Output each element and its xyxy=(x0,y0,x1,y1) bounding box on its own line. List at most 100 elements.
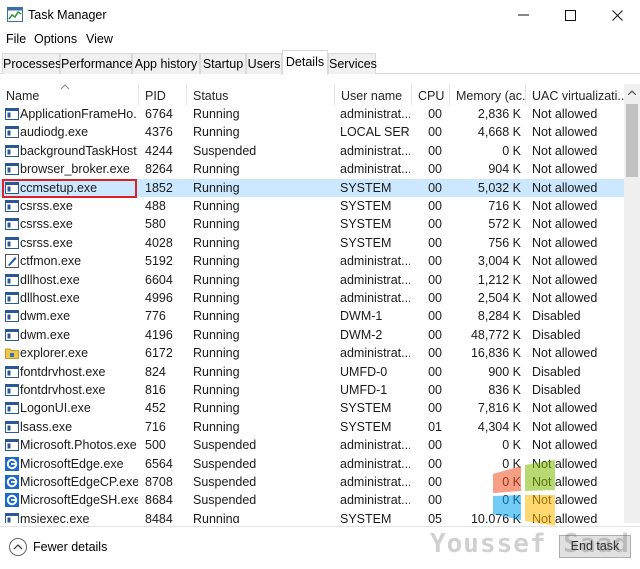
cell-user: SYSTEM xyxy=(340,180,392,195)
cell-mem: 904 K xyxy=(488,162,521,177)
process-row[interactable]: dwm.exe 776 Running DWM-1 00 8,284 K Disabled xyxy=(0,307,624,325)
scroll-up-arrow-icon[interactable] xyxy=(628,90,636,95)
cell-cpu: 00 xyxy=(428,180,442,195)
fewer-details-link[interactable]: Fewer details xyxy=(33,540,107,554)
process-row[interactable]: dwm.exe 4196 Running DWM-2 00 48,772 K Disable… xyxy=(0,326,624,344)
cell-status: Suspended xyxy=(193,493,257,508)
tab-services[interactable]: Services xyxy=(328,53,377,74)
end-task-button[interactable]: End task xyxy=(559,535,631,558)
cell-uac: Not allowed xyxy=(532,291,598,305)
cell-mem: 572 K xyxy=(488,217,521,232)
process-row[interactable]: fontdrvhost.exe 824 Running UMFD-0 00 900 K Di… xyxy=(0,363,624,381)
cell-uac: Not allowed xyxy=(532,180,598,195)
process-row[interactable]: csrss.exe 580 Running SYSTEM 00 572 K Not allo… xyxy=(0,215,624,233)
cell-name: dllhost.exe xyxy=(20,291,80,305)
menu-file[interactable]: File xyxy=(6,32,26,46)
process-row[interactable]: MicrosoftEdgeCP.exe 8708 Suspended administ… xyxy=(0,473,624,491)
column-uac-virtualization[interactable]: UAC virtualizati... xyxy=(526,84,624,105)
cell-status: Running xyxy=(193,162,240,177)
chevron-up-circle-icon[interactable] xyxy=(9,538,27,556)
cell-name: dwm.exe xyxy=(20,327,71,342)
cell-pid: 8684 xyxy=(145,493,173,508)
cell-name: csrss.exe xyxy=(20,235,73,250)
cell-user: SYSTEM xyxy=(340,401,392,416)
cell-pid: 6172 xyxy=(145,346,173,361)
process-row[interactable]: MicrosoftEdgeSH.exe 8684 Suspended administ… xyxy=(0,491,624,509)
tab-strip: Processes Performance App history Startu… xyxy=(0,50,640,75)
close-button[interactable] xyxy=(594,0,640,30)
cell-cpu: 00 xyxy=(428,401,442,416)
process-row[interactable]: fontdrvhost.exe 816 Running UMFD-1 00 836 K Di… xyxy=(0,381,624,399)
process-row[interactable]: audiodg.exe 4376 Running LOCAL SER... 00 4,66… xyxy=(0,123,624,141)
cell-pid: 6604 xyxy=(145,272,173,287)
cell-mem: 7,816 K xyxy=(477,401,521,416)
cell-user: administrat... xyxy=(340,272,410,287)
column-user-name[interactable]: User name xyxy=(335,84,412,105)
cell-mem: 0 K xyxy=(502,493,521,508)
cell-uac: Disabled xyxy=(532,309,581,324)
cell-cpu: 00 xyxy=(428,125,442,140)
menu-options[interactable]: Options xyxy=(34,32,77,46)
process-row[interactable]: browser_broker.exe 8264 Running administrat… xyxy=(0,160,624,178)
footer: Fewer details End task xyxy=(0,526,640,569)
tab-processes[interactable]: Processes xyxy=(2,53,61,74)
app-window-icon xyxy=(5,181,19,195)
cell-user: administrat... xyxy=(340,493,410,508)
cell-status: Suspended xyxy=(193,143,257,158)
column-pid[interactable]: PID xyxy=(139,84,187,105)
cell-user: LOCAL SER... xyxy=(340,125,410,140)
tab-users[interactable]: Users xyxy=(246,53,282,74)
cell-name: audiodg.exe xyxy=(20,125,89,140)
menu-view[interactable]: View xyxy=(86,32,113,46)
tab-startup[interactable]: Startup xyxy=(200,53,246,74)
minimize-button[interactable] xyxy=(500,0,546,30)
process-row[interactable]: csrss.exe 4028 Running SYSTEM 00 756 K Not all… xyxy=(0,234,624,252)
tab-app-history[interactable]: App history xyxy=(132,53,200,74)
cell-uac: Disabled xyxy=(532,327,581,342)
cell-pid: 500 xyxy=(145,438,166,453)
process-row[interactable]: LogonUI.exe 452 Running SYSTEM 00 7,816 K Not … xyxy=(0,399,624,417)
cell-user: administrat... xyxy=(340,456,410,471)
cell-cpu: 00 xyxy=(428,493,442,508)
cell-name: ctfmon.exe xyxy=(20,254,82,269)
cell-mem: 2,504 K xyxy=(477,291,521,305)
process-row[interactable]: msiexec.exe 8484 Running SYSTEM 05 10,076 K No… xyxy=(0,510,624,523)
process-row[interactable]: explorer.exe 6172 Running administrat... 00 1… xyxy=(0,344,624,362)
edge-icon xyxy=(5,493,19,508)
cell-status: Running xyxy=(193,383,240,397)
cell-user: UMFD-0 xyxy=(340,364,388,379)
cell-pid: 4996 xyxy=(145,291,173,305)
app-window-icon xyxy=(5,144,19,158)
process-row[interactable]: MicrosoftEdge.exe 6564 Suspended administra… xyxy=(0,455,624,473)
column-status[interactable]: Status xyxy=(187,84,335,105)
folder-icon xyxy=(5,346,19,360)
process-row[interactable]: dllhost.exe 6604 Running administrat... 00 1,… xyxy=(0,271,624,289)
process-row[interactable]: ccmsetup.exe 1852 Running SYSTEM 00 5,032 K No… xyxy=(0,178,624,197)
process-row[interactable]: csrss.exe 488 Running SYSTEM 00 716 K Not allo… xyxy=(0,197,624,215)
column-cpu[interactable]: CPU xyxy=(412,84,450,105)
cell-pid: 6564 xyxy=(145,456,173,471)
cell-uac: Not allowed xyxy=(532,475,598,489)
process-row[interactable]: lsass.exe 716 Running SYSTEM 01 4,304 K Not al… xyxy=(0,418,624,436)
cell-name: Microsoft.Photos.exe xyxy=(20,438,137,453)
process-row[interactable]: ctfmon.exe 5192 Running administrat... 00 3,0… xyxy=(0,252,624,270)
scrollbar-thumb[interactable] xyxy=(626,104,638,177)
app-window-icon xyxy=(5,162,19,176)
vertical-scrollbar[interactable] xyxy=(624,84,640,523)
app-window-icon xyxy=(5,328,19,342)
cell-pid: 580 xyxy=(145,217,166,232)
column-memory[interactable]: Memory (ac... xyxy=(450,84,526,105)
cell-uac: Not allowed xyxy=(532,162,598,177)
tab-details[interactable]: Details xyxy=(282,50,328,75)
process-row[interactable]: backgroundTaskHost... 4244 Suspended admini… xyxy=(0,142,624,160)
column-name[interactable]: Name xyxy=(0,84,139,105)
tab-performance[interactable]: Performance xyxy=(60,53,133,74)
cell-uac: Not allowed xyxy=(532,456,598,471)
process-row[interactable]: ApplicationFrameHo... 6764 Running administ… xyxy=(0,105,624,123)
cell-name: MicrosoftEdge.exe xyxy=(20,456,124,471)
cell-status: Running xyxy=(193,254,240,269)
maximize-button[interactable] xyxy=(547,0,593,30)
process-row[interactable]: Microsoft.Photos.exe 500 Suspended administ… xyxy=(0,436,624,454)
app-window-icon xyxy=(5,107,19,121)
process-row[interactable]: dllhost.exe 4996 Running administrat... 00 2,… xyxy=(0,289,624,307)
